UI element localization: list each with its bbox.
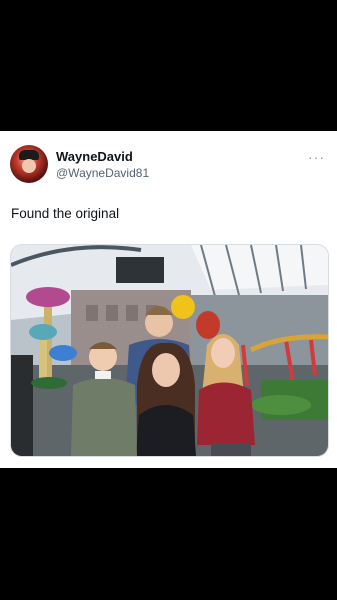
photo-illustration [11, 245, 328, 456]
ellipsis-icon[interactable]: ··· [308, 149, 325, 165]
tweet-photo[interactable] [10, 244, 329, 457]
user-handle[interactable]: @WayneDavid81 [56, 166, 149, 180]
avatar[interactable] [10, 145, 48, 183]
tweet-text: Found the original [11, 206, 120, 221]
tweet-card: WayneDavid @WayneDavid81 ··· Found the o… [0, 131, 337, 468]
display-name[interactable]: WayneDavid [56, 149, 133, 164]
